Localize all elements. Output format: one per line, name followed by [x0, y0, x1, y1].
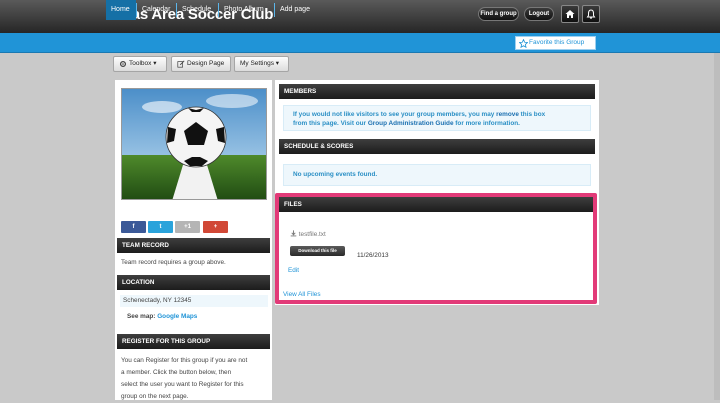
home-icon — [565, 10, 575, 18]
nav-schedule[interactable]: Schedule — [177, 0, 216, 20]
register-heading: REGISTER FOR THIS GROUP — [117, 334, 270, 349]
main-nav — [0, 33, 720, 53]
gear-icon — [119, 60, 127, 68]
members-heading: MEMBERS — [279, 84, 595, 99]
favorite-group-button[interactable]: Favorite this Group — [515, 36, 596, 50]
bell-icon — [586, 9, 596, 19]
members-text: for more information. — [455, 120, 520, 127]
toolbox-label: Toolbox — [129, 60, 152, 67]
twitter-share-button[interactable]: t — [148, 221, 173, 233]
nav-calendar[interactable]: Calendar — [137, 0, 175, 20]
location-address: Schenectady, NY 12345 — [120, 295, 268, 307]
google-plus-button[interactable]: +1 — [175, 221, 200, 233]
design-page-label: Design Page — [187, 60, 225, 67]
files-heading: FILES — [279, 197, 593, 212]
favorite-label: Favorite this Group — [529, 39, 585, 46]
toolbox-button[interactable]: Toolbox ▾ — [113, 56, 167, 72]
edit-icon — [177, 60, 185, 68]
team-record-text: Team record requires a group above. — [121, 259, 226, 266]
file-name: testfile.txt — [298, 231, 326, 238]
schedule-empty-notice: No upcoming events found. — [283, 164, 591, 186]
facebook-share-button[interactable]: f — [121, 221, 146, 233]
admin-guide-link[interactable]: Group Administration Guide — [368, 120, 454, 127]
members-text: If you would not like visitors to see yo… — [293, 111, 495, 118]
edit-file-link[interactable]: Edit — [288, 265, 299, 277]
share-more-button[interactable]: + — [203, 221, 228, 233]
my-settings-label: My Settings — [240, 60, 274, 67]
members-text: from this page. Visit our — [293, 120, 367, 127]
register-line: a member. Click the button below, then — [121, 369, 232, 376]
register-line: You can Register for this group if you a… — [121, 357, 248, 364]
file-date: 11/26/2013 — [357, 252, 389, 259]
remove-box-link[interactable]: remove — [496, 111, 519, 118]
home-button[interactable] — [561, 5, 579, 23]
nav-add-page[interactable]: Add page — [275, 0, 315, 20]
google-maps-link[interactable]: Google Maps — [157, 313, 197, 320]
members-notice: If you would not like visitors to see yo… — [283, 105, 591, 131]
register-line: select the user you want to Register for… — [121, 381, 244, 388]
scrollbar-track[interactable] — [714, 53, 720, 400]
design-page-button[interactable]: Design Page — [171, 56, 231, 72]
nav-photo-album[interactable]: Photo Album — [219, 0, 269, 20]
notifications-button[interactable] — [582, 5, 600, 23]
logout-button[interactable]: Logout — [524, 7, 554, 21]
view-all-files-link[interactable]: View All Files — [283, 289, 321, 301]
see-map-row: See map: Google Maps — [127, 311, 197, 323]
download-file-button[interactable]: Download this file — [290, 246, 345, 256]
members-text: this box — [520, 111, 546, 118]
team-record-heading: TEAM RECORD — [117, 238, 270, 253]
register-line: group on the next page. — [121, 393, 189, 400]
find-group-button[interactable]: Find a group — [478, 7, 519, 21]
location-heading: LOCATION — [117, 275, 270, 290]
schedule-heading: SCHEDULE & SCORES — [279, 139, 595, 154]
nav-home[interactable]: Home — [106, 0, 136, 20]
see-map-label: See map: — [127, 313, 156, 320]
group-image — [121, 88, 267, 200]
file-entry[interactable]: testfile.txt — [290, 229, 326, 241]
star-icon — [519, 39, 528, 48]
download-icon — [290, 230, 297, 237]
my-settings-button[interactable]: My Settings ▾ — [234, 56, 289, 72]
